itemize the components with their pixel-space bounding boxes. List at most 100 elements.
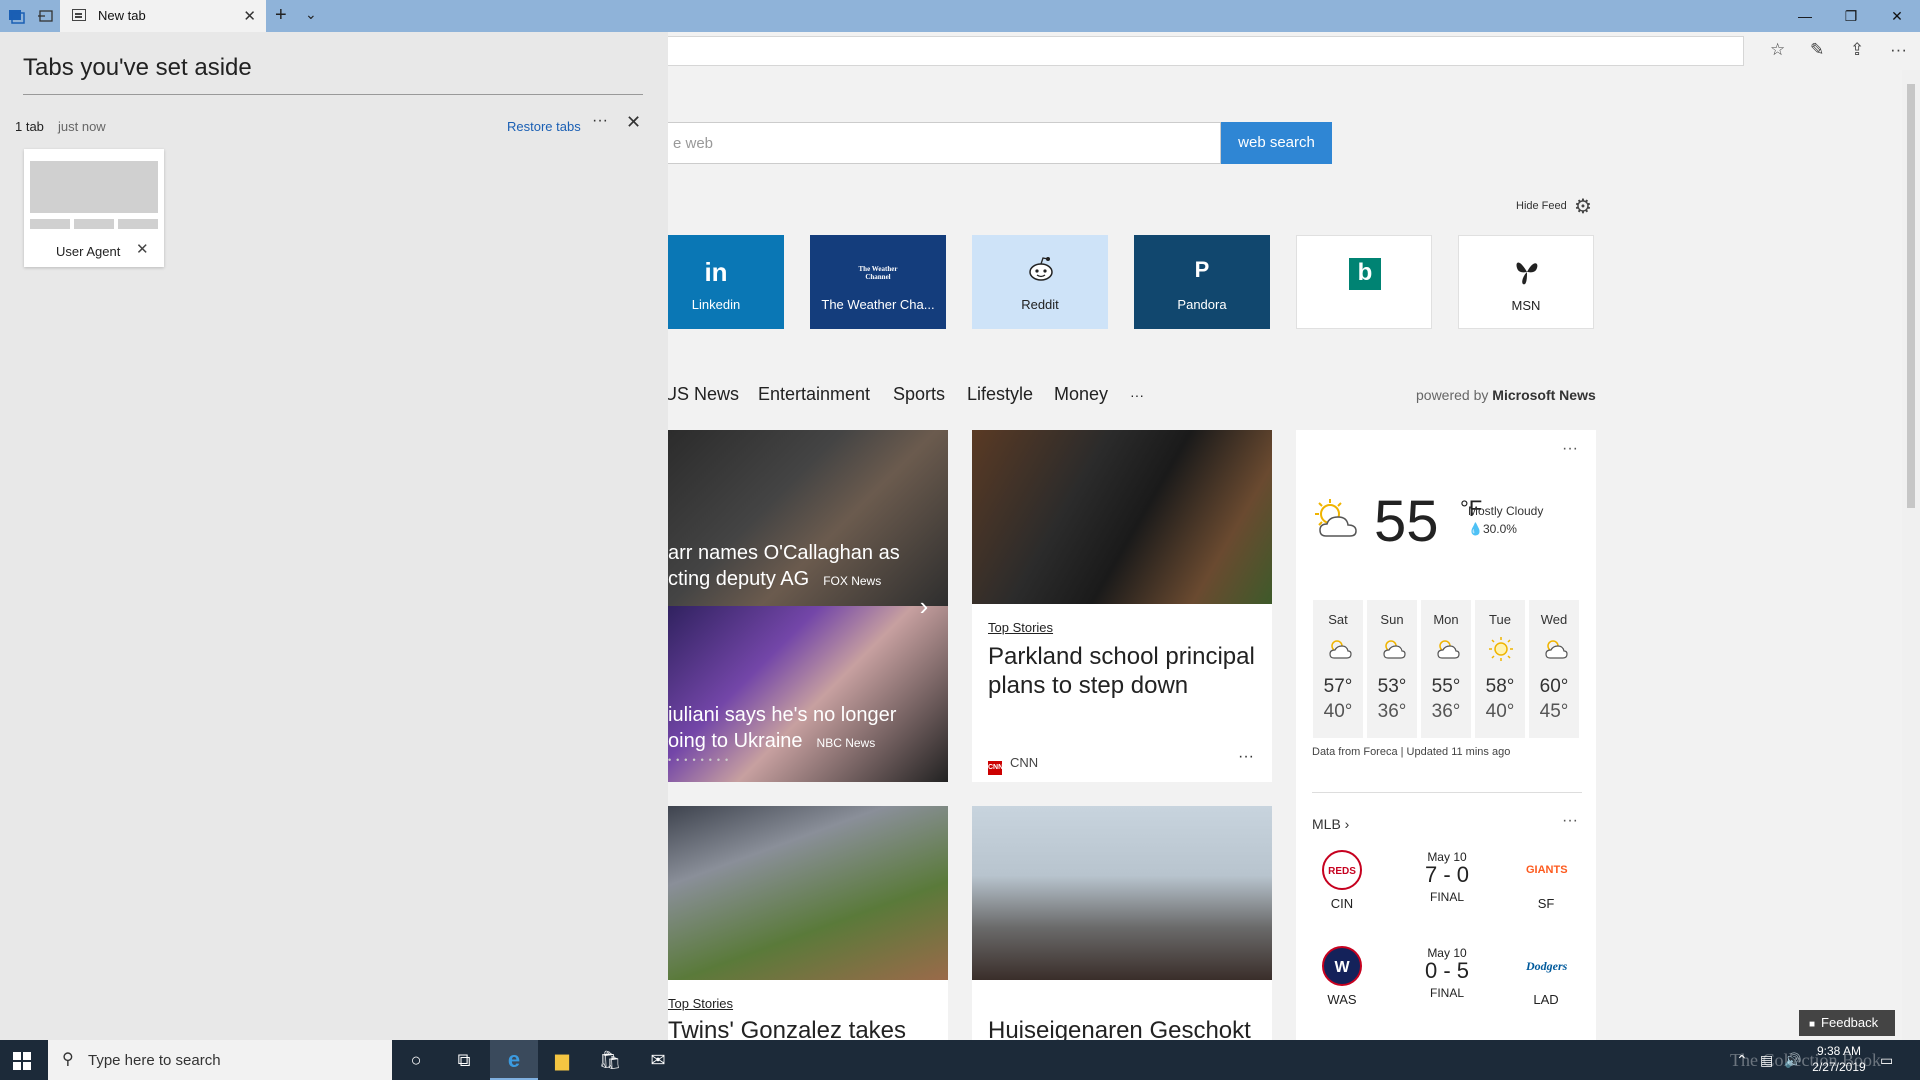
- carousel-dots[interactable]: ••••••••: [668, 755, 733, 765]
- story-title[interactable]: Huiseigenaren Geschokt: [988, 1016, 1258, 1040]
- feedback-button[interactable]: ■ Feedback: [1799, 1010, 1895, 1036]
- clock[interactable]: 9:38 AM 2/27/2019: [1812, 1043, 1866, 1075]
- more-menu-icon[interactable]: ···: [1890, 40, 1907, 60]
- story-title[interactable]: Parkland school principal plans to step …: [988, 642, 1258, 700]
- scrollbar-thumb[interactable]: [1907, 84, 1915, 508]
- tile-pandora[interactable]: P Pandora: [1134, 235, 1270, 329]
- volume-icon[interactable]: 🔊: [1784, 1052, 1801, 1069]
- hero-carousel[interactable]: arr names O'Callaghan as cting deputy AG…: [656, 430, 948, 782]
- divider: [23, 94, 643, 95]
- mlb-link[interactable]: MLB ›: [1312, 816, 1349, 832]
- tray-chevron-icon[interactable]: ⌃: [1736, 1052, 1748, 1069]
- dodgers-logo-icon: Dodgers: [1526, 959, 1568, 973]
- web-search-input[interactable]: e web: [620, 122, 1221, 164]
- category-us-news[interactable]: US News: [664, 384, 739, 405]
- tab-count: 1 tab: [15, 119, 44, 134]
- story-category[interactable]: Top Stories: [668, 996, 733, 1011]
- story-card-dutch[interactable]: Huiseigenaren Geschokt: [972, 806, 1272, 1040]
- story-title[interactable]: Twins' Gonzalez takes: [668, 1016, 938, 1040]
- story-more-icon[interactable]: ···: [1238, 748, 1254, 766]
- chat-icon: ■: [1809, 1019, 1816, 1030]
- restore-tabs-link[interactable]: Restore tabs: [507, 119, 581, 134]
- mlb-game[interactable]: REDS CIN May 10 7 - 0 FINAL GIANTS SF: [1312, 850, 1582, 920]
- giants-logo-icon: GIANTS: [1526, 864, 1568, 876]
- web-search-button[interactable]: web search: [1221, 122, 1332, 164]
- raindrop-icon: 💧: [1468, 522, 1483, 536]
- story-card-twins[interactable]: Top Stories Twins' Gonzalez takes: [656, 806, 948, 1040]
- tile-bing[interactable]: b: [1296, 235, 1432, 329]
- gear-icon[interactable]: ⚙: [1574, 194, 1592, 219]
- partly-cloudy-icon: [1437, 640, 1460, 659]
- weather-card[interactable]: ··· 55 °F Mostly Cloudy 💧30.0% Sat 57° 4…: [1296, 430, 1596, 1040]
- hide-feed-link[interactable]: Hide Feed: [1516, 200, 1567, 212]
- search-icon: ⚲: [62, 1051, 74, 1068]
- category-lifestyle[interactable]: Lifestyle: [967, 384, 1033, 405]
- forecast-day[interactable]: Sat 57° 40°: [1313, 600, 1363, 738]
- category-entertainment[interactable]: Entertainment: [758, 384, 870, 405]
- story-card-parkland[interactable]: Top Stories Parkland school principal pl…: [972, 430, 1272, 782]
- story-image: [972, 806, 1272, 980]
- task-view-icon[interactable]: ⧉: [440, 1040, 488, 1080]
- story-image: [972, 430, 1272, 604]
- more-options-icon[interactable]: ···: [592, 112, 608, 130]
- forecast-day[interactable]: Tue 58° 40°: [1475, 600, 1525, 738]
- chevron-down-icon[interactable]: ⌄: [305, 6, 317, 23]
- close-tab-icon[interactable]: ✕: [243, 7, 256, 25]
- address-input[interactable]: [620, 36, 1744, 66]
- category-more-icon[interactable]: ···: [1130, 387, 1144, 403]
- cortana-icon[interactable]: ○: [392, 1040, 440, 1080]
- weather-footer[interactable]: Data from Foreca | Updated 11 mins ago: [1312, 746, 1510, 758]
- edge-icon[interactable]: e: [490, 1040, 538, 1080]
- mail-icon[interactable]: ✉: [634, 1040, 682, 1080]
- action-center-icon[interactable]: ▭: [1880, 1052, 1893, 1069]
- close-window-icon[interactable]: ✕: [1874, 0, 1920, 32]
- divider: [1312, 792, 1582, 793]
- close-icon[interactable]: ✕: [136, 240, 149, 258]
- share-icon[interactable]: ⇪: [1850, 40, 1864, 60]
- forecast-day[interactable]: Mon 55° 36°: [1421, 600, 1471, 738]
- category-sports[interactable]: Sports: [893, 384, 945, 405]
- tabs-set-aside-panel: Tabs you've set aside 1 tab just now Res…: [0, 32, 668, 1040]
- hero-caption-1[interactable]: arr names O'Callaghan as cting deputy AG…: [668, 540, 900, 594]
- story-source: CNN CNN: [988, 755, 1038, 775]
- tab-thumbnail: [30, 161, 158, 213]
- forecast-strip: Sat 57° 40° Sun 53° 36° Mon 55° 36° Tue …: [1313, 600, 1581, 738]
- set-aside-time: just now: [58, 119, 106, 134]
- tile-msn[interactable]: MSN: [1458, 235, 1594, 329]
- cnn-logo-icon: CNN: [988, 761, 1003, 775]
- category-money[interactable]: Money: [1054, 384, 1108, 405]
- mlb-more-icon[interactable]: ···: [1562, 812, 1578, 830]
- windows-start-icon[interactable]: [13, 1052, 31, 1070]
- tab-new-tab[interactable]: New tab ✕: [60, 0, 266, 32]
- partly-cloudy-icon: [1315, 499, 1357, 537]
- mlb-game[interactable]: W WAS May 10 0 - 5 FINAL Dodgers LAD: [1312, 946, 1582, 1016]
- set-aside-tabs-icon[interactable]: [36, 6, 56, 26]
- close-icon[interactable]: ✕: [626, 112, 641, 133]
- chevron-right-icon[interactable]: ›: [906, 588, 942, 624]
- tile-weather-channel[interactable]: The Weather Channel The Weather Cha...: [810, 235, 946, 329]
- story-category[interactable]: Top Stories: [988, 620, 1053, 635]
- hero-caption-2[interactable]: iuliani says he's no longer oing to Ukra…: [668, 702, 896, 756]
- network-icon[interactable]: ▤: [1760, 1052, 1773, 1069]
- new-tab-plus-icon[interactable]: +: [275, 4, 287, 27]
- set-aside-tab-card[interactable]: User Agent ✕: [24, 149, 164, 267]
- pen-icon[interactable]: ✎: [1810, 40, 1824, 60]
- minimize-icon[interactable]: —: [1782, 0, 1828, 32]
- sunny-icon: [1489, 637, 1513, 661]
- weather-more-icon[interactable]: ···: [1562, 440, 1578, 458]
- store-icon[interactable]: 🛍: [586, 1040, 634, 1080]
- forecast-day[interactable]: Wed 60° 45°: [1529, 600, 1579, 738]
- tile-reddit[interactable]: Reddit: [972, 235, 1108, 329]
- msn-butterfly-icon: [1516, 262, 1538, 285]
- file-explorer-icon[interactable]: ▆: [538, 1040, 586, 1080]
- taskbar: ⚲ Type here to search ○ ⧉ e ▆ 🛍 ✉ The Co…: [0, 1040, 1920, 1080]
- tab-overview-icon[interactable]: [6, 6, 26, 26]
- taskbar-search-box[interactable]: ⚲ Type here to search: [48, 1040, 392, 1080]
- nationals-logo-icon: W: [1322, 946, 1362, 986]
- forecast-day[interactable]: Sun 53° 36°: [1367, 600, 1417, 738]
- partly-cloudy-icon: [1383, 640, 1406, 659]
- favorites-star-icon[interactable]: ☆: [1770, 40, 1785, 60]
- tile-linkedin[interactable]: in Linkedin: [648, 235, 784, 329]
- restore-icon[interactable]: ❐: [1828, 0, 1874, 32]
- scrollbar[interactable]: [1902, 70, 1920, 1040]
